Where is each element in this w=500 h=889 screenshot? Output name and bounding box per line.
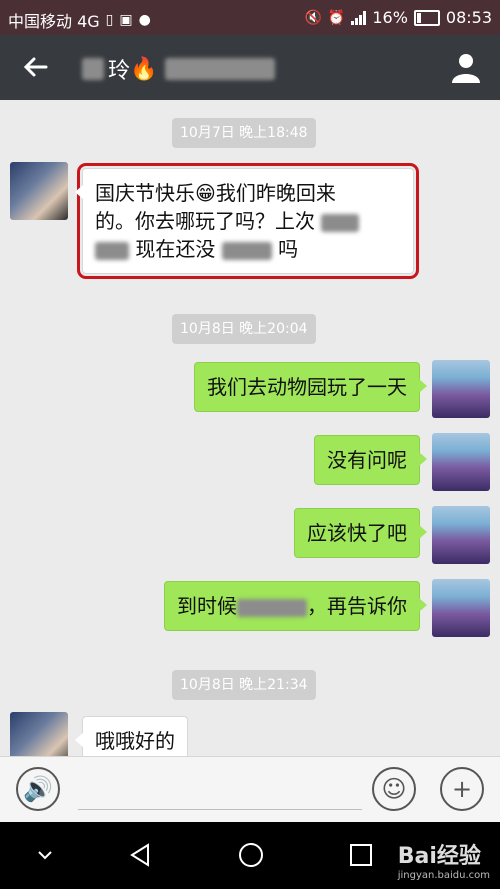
chevron-down-icon [38, 851, 52, 860]
contact-avatar[interactable] [10, 162, 68, 220]
profile-button[interactable] [448, 49, 484, 85]
status-right: 🔇 ⏰ 16% 08:53 [304, 8, 492, 27]
incoming-message[interactable]: 国庆节快乐😁我们昨晚回来 的。你去哪玩了吗？上次 现在还没 吗 [75, 163, 419, 279]
blurred-text [321, 213, 360, 232]
status-bar: 中国移动 4G ▯ ▣ ● 🔇 ⏰ 16% 08:53 [0, 0, 500, 35]
square-recents-icon [350, 844, 372, 866]
input-bar: 🔊 ☺ + [0, 756, 500, 823]
alarm-icon: ⏰ [327, 9, 346, 26]
outgoing-message[interactable]: 我们去动物园玩了一天 [194, 362, 427, 412]
back-button[interactable] [18, 49, 54, 85]
blurred-text [237, 598, 307, 617]
my-avatar[interactable] [432, 433, 490, 491]
message-input[interactable] [78, 769, 362, 810]
app-icon: ● [138, 12, 151, 28]
blurred-text [95, 241, 129, 260]
outgoing-message[interactable]: 到时候 ，再告诉你 [164, 581, 427, 631]
emoji-button[interactable]: ☺ [372, 767, 416, 811]
carrier-label: 中国移动 4G [8, 12, 100, 31]
add-button[interactable]: + [440, 767, 484, 811]
message-line: 的。你去哪玩了吗？上次 [95, 207, 401, 235]
back-nav-button[interactable] [126, 840, 156, 870]
voice-icon: 🔊 [23, 775, 53, 803]
clock: 08:53 [445, 8, 492, 27]
my-avatar[interactable] [432, 506, 490, 564]
message-line: 国庆节快乐😁我们昨晚回来 [95, 181, 336, 205]
contact-avatar[interactable] [10, 712, 68, 756]
android-nav-bar: Bai经验 jingyan.baidu.com [0, 822, 500, 889]
status-left: 中国移动 4G ▯ ▣ ● [8, 8, 151, 32]
mute-icon: 🔇 [304, 9, 322, 26]
chat-history[interactable]: 10月7日 晚上18:48 国庆节快乐😁我们昨晚回来 的。你去哪玩了吗？上次 现… [0, 100, 500, 756]
timestamp: 10月8日 晚上21:34 [172, 670, 316, 700]
message-line: 现在还没 吗 [95, 235, 401, 263]
watermark-url: jingyan.baidu.com [397, 870, 490, 881]
watermark-text: Bai经验 [397, 844, 481, 869]
my-avatar[interactable] [432, 579, 490, 637]
contact-title: 玲 🔥 [82, 53, 276, 85]
circle-home-icon [239, 843, 263, 867]
outgoing-message[interactable]: 应该快了吧 [294, 508, 427, 558]
outgoing-message[interactable]: 没有问呢 [314, 435, 427, 485]
battery-percent: 16% [372, 8, 408, 27]
signal-icon [351, 10, 367, 25]
image-icon: ▣ [119, 12, 133, 28]
recents-button[interactable] [346, 840, 376, 870]
blurred-name-suffix [165, 58, 276, 80]
my-avatar[interactable] [432, 360, 490, 418]
blurred-text [221, 241, 272, 260]
voice-button[interactable]: 🔊 [16, 767, 60, 811]
blurred-name-prefix [82, 58, 104, 80]
back-arrow-icon [23, 57, 48, 77]
timestamp: 10月8日 晚上20:04 [172, 314, 316, 344]
plus-icon: + [451, 775, 473, 803]
baidu-watermark: Bai经验 jingyan.baidu.com [398, 838, 490, 881]
sim-icon: ▯ [105, 12, 114, 28]
triangle-back-icon [130, 843, 149, 867]
home-button[interactable] [236, 840, 266, 870]
contact-name: 玲 [108, 59, 131, 84]
timestamp: 10月7日 晚上18:48 [172, 118, 316, 148]
battery-icon [413, 9, 440, 26]
chat-header: 玲 🔥 [0, 35, 500, 100]
person-icon [452, 54, 480, 83]
fire-icon: 🔥 [130, 56, 158, 82]
emoji-icon: ☺ [381, 775, 407, 803]
incoming-message[interactable]: 哦哦好的 [75, 716, 188, 756]
hide-keyboard-button[interactable] [30, 840, 60, 870]
